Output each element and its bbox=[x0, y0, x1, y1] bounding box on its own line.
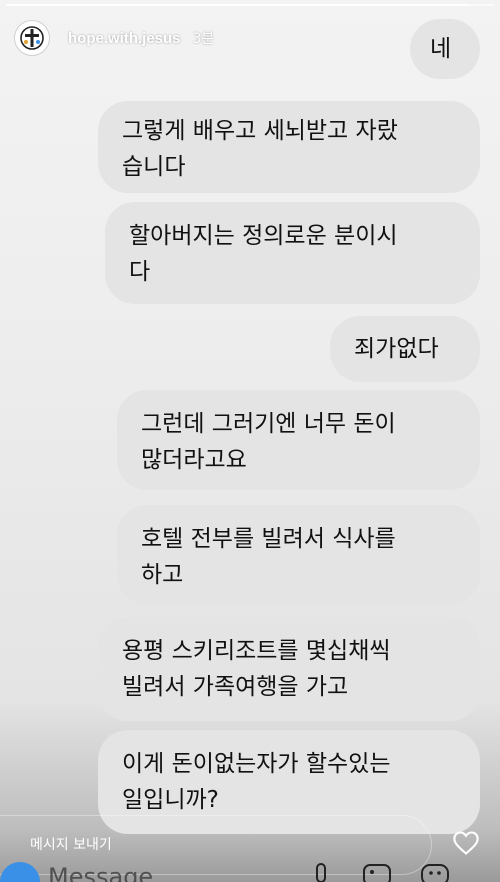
reply-input-label: 메시지 보내기 bbox=[30, 837, 112, 853]
camera-icon[interactable] bbox=[0, 862, 40, 882]
message-bubble: 할아버지는 정의로운 분이시 다 bbox=[105, 202, 480, 304]
message-bubble: 용평 스키리조트를 몇십채씩 빌려서 가족여행을 가고 bbox=[98, 617, 480, 721]
story-progress-bar bbox=[6, 4, 494, 6]
microphone-icon[interactable] bbox=[310, 862, 332, 882]
message-placeholder: Message bbox=[48, 863, 154, 882]
heart-outline-icon[interactable] bbox=[452, 829, 480, 857]
image-icon[interactable] bbox=[362, 862, 392, 882]
message-bubble: 그런데 그러기엔 너무 돈이 많더라고요 bbox=[117, 390, 480, 490]
cross-logo-icon bbox=[20, 26, 44, 50]
story-screen: hope.with.jesus 3분 네 그렇게 배우고 세뇌받고 자랐 습니다… bbox=[0, 0, 500, 882]
sticker-icon[interactable] bbox=[420, 862, 450, 882]
avatar[interactable] bbox=[14, 20, 50, 56]
message-bubble: 호텔 전부를 빌려서 식사를 하고 bbox=[117, 505, 480, 605]
dm-composer: Message bbox=[0, 862, 500, 882]
message-bubble: 네 bbox=[410, 19, 480, 79]
message-bubble: 그렇게 배우고 세뇌받고 자랐 습니다 bbox=[98, 101, 480, 193]
message-bubble: 죄가없다 bbox=[330, 316, 480, 382]
story-progress-fill bbox=[6, 4, 470, 6]
story-header: hope.with.jesus 3분 bbox=[14, 20, 214, 56]
story-timestamp: 3분 bbox=[192, 31, 215, 47]
story-username[interactable]: hope.with.jesus bbox=[68, 30, 181, 47]
